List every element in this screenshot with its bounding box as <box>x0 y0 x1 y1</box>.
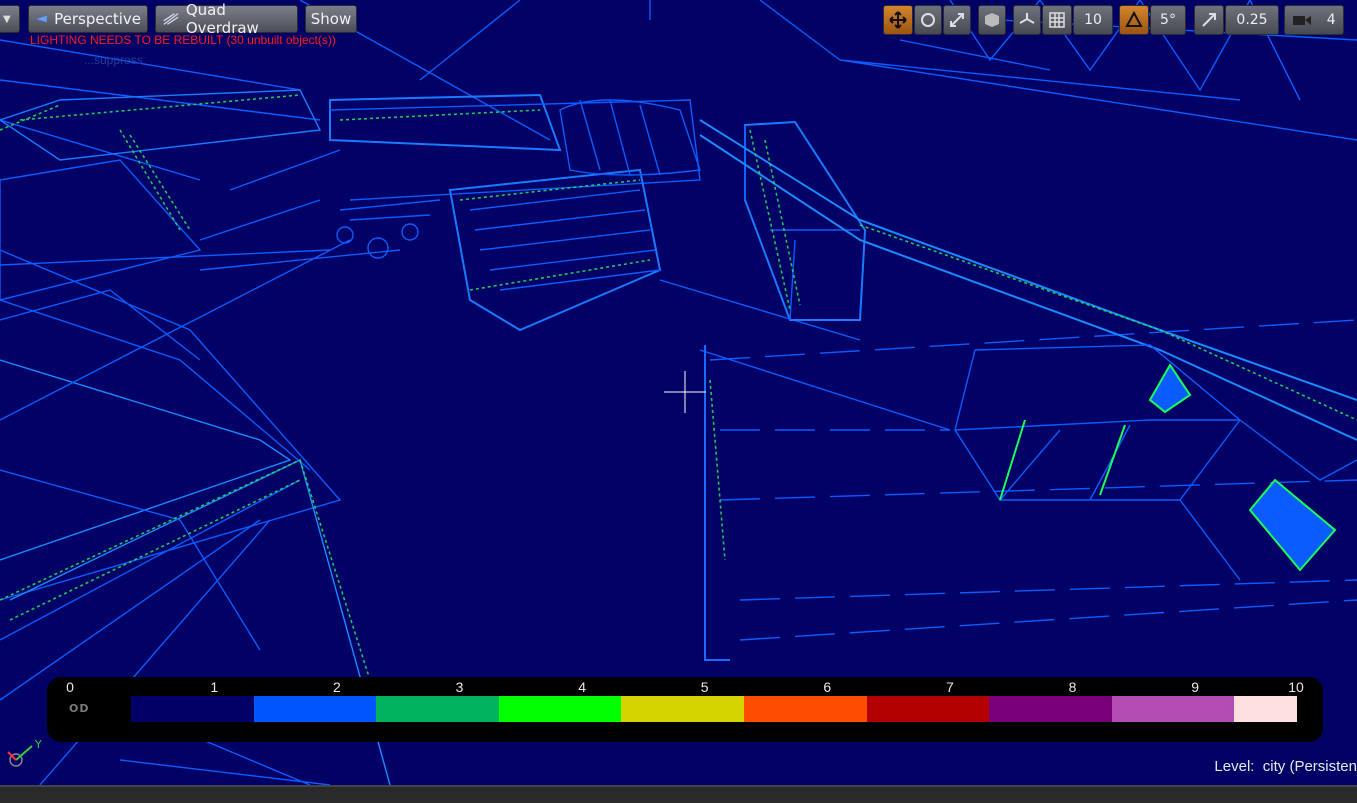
scale-icon <box>950 13 964 27</box>
chevron-down-icon: ▼ <box>3 13 11 25</box>
legend-tick-4: 4 <box>578 679 586 695</box>
grid-icon <box>1049 12 1065 28</box>
scale-snap-icon <box>1202 13 1216 27</box>
rotation-snap-toggle[interactable] <box>1119 5 1149 35</box>
legend-tick-5: 5 <box>700 679 709 695</box>
legend-swatch-1 <box>253 696 377 722</box>
surface-snapping-button[interactable] <box>1013 5 1041 35</box>
legend-tick-10: 10 <box>1288 679 1304 695</box>
level-value: city (Persisten <box>1262 758 1357 775</box>
grid-snap-value-label: 10 <box>1084 12 1102 28</box>
shading-mode-label: Quad Overdraw <box>185 1 259 37</box>
show-button[interactable]: Show <box>305 5 357 33</box>
legend-tick-3: 3 <box>455 679 464 695</box>
viewport[interactable] <box>0 0 1357 785</box>
legend-tick-2: 2 <box>332 679 341 695</box>
rotation-snap-value[interactable]: 5° <box>1150 5 1186 35</box>
legend-swatch-2 <box>376 696 500 722</box>
grid-snap-toggle[interactable] <box>1042 5 1072 35</box>
cube-icon <box>985 13 999 27</box>
axis-y-label: Y <box>34 738 42 751</box>
viewport-options-button[interactable]: ▼ <box>0 5 20 33</box>
view-mode-button[interactable]: Perspective <box>28 5 148 33</box>
camera-speed-button[interactable]: 4 <box>1284 5 1344 35</box>
legend-swatch-9 <box>1234 696 1298 722</box>
overdraw-legend: OD 0 1 2 3 4 5 6 7 8 9 10 <box>47 677 1323 742</box>
rotate-icon <box>921 13 935 27</box>
legend-swatch-3 <box>498 696 622 722</box>
translate-mode-button[interactable] <box>883 5 913 35</box>
legend-tick-1: 1 <box>210 679 219 695</box>
legend-label: OD <box>69 702 90 715</box>
rotate-mode-button[interactable] <box>914 5 942 35</box>
angle-icon <box>1125 11 1143 27</box>
show-label: Show <box>310 10 352 28</box>
axis-indicator: Y <box>7 738 42 767</box>
level-label: Level: <box>1214 758 1255 775</box>
scale-mode-button[interactable] <box>943 5 971 35</box>
camera-icon <box>1293 16 1312 25</box>
scale-snap-value-label: 0.25 <box>1236 12 1268 28</box>
legend-swatch-4 <box>621 696 745 722</box>
shading-icon <box>163 13 179 25</box>
scale-snap-toggle[interactable] <box>1194 5 1224 35</box>
legend-tick-7: 7 <box>945 679 954 695</box>
scale-snap-value[interactable]: 0.25 <box>1225 5 1279 35</box>
coordinate-system-button[interactable] <box>978 5 1006 35</box>
bottom-bar <box>0 785 1357 803</box>
view-mode-label: Perspective <box>54 10 141 28</box>
legend-swatch-7 <box>989 696 1113 722</box>
lighting-warning: LIGHTING NEEDS TO BE REBUILT (30 unbuilt… <box>30 33 336 47</box>
crosshair-icon <box>664 371 706 413</box>
view-mode-shading-button[interactable]: Quad Overdraw <box>155 1 298 37</box>
camera-speed-value-label: 4 <box>1326 12 1336 28</box>
grid-snap-value[interactable]: 10 <box>1073 5 1113 35</box>
suppress-message: ...suppress <box>84 53 143 67</box>
legend-swatch-0 <box>131 696 255 722</box>
perspective-icon <box>36 15 47 23</box>
legend-swatch-8 <box>1111 696 1235 722</box>
legend-tick-9: 9 <box>1191 679 1199 695</box>
level-status: Level: city (Persisten <box>1214 758 1357 775</box>
legend-tick-8: 8 <box>1068 679 1077 695</box>
rotation-snap-value-label: 5° <box>1160 12 1176 28</box>
legend-tick-0: 0 <box>66 679 74 695</box>
legend-tick-6: 6 <box>823 679 832 695</box>
move-icon <box>889 11 907 29</box>
surface-snap-icon <box>1019 13 1035 24</box>
legend-swatch-6 <box>866 696 990 722</box>
legend-swatch-5 <box>744 696 868 722</box>
